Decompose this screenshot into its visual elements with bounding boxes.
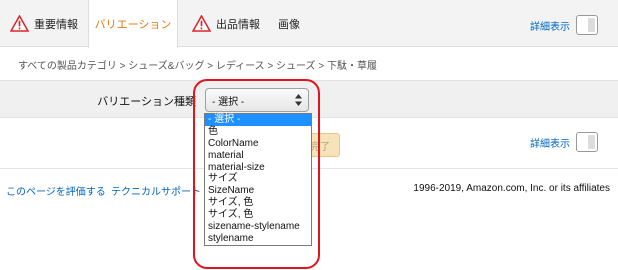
- toggle-switch-icon[interactable]: [576, 15, 598, 35]
- warning-icon: [10, 15, 29, 32]
- copyright-text: 1996-2019, Amazon.com, Inc. or its affil…: [413, 183, 610, 194]
- dropdown-option[interactable]: SizeName: [205, 185, 311, 197]
- variation-type-select[interactable]: - 選択 -: [205, 88, 309, 112]
- detail-view-toggle-bottom[interactable]: 詳細表示: [530, 132, 598, 152]
- dropdown-option[interactable]: sizename-stylename: [205, 221, 311, 233]
- dropdown-option[interactable]: stylename: [205, 233, 311, 245]
- tech-support-link[interactable]: テクニカルサポート: [111, 183, 201, 198]
- dropdown-option[interactable]: - 選択 -: [205, 114, 311, 126]
- toggle-switch-icon[interactable]: [576, 132, 598, 152]
- variation-type-label: バリエーション種類: [97, 96, 196, 108]
- tab-offer-label: 出品情報: [216, 18, 260, 31]
- detail-view-label: 詳細表示: [530, 138, 570, 150]
- select-arrows-icon: [295, 94, 302, 106]
- tab-offer-info[interactable]: 出品情報: [192, 0, 260, 47]
- variation-dropdown-list: - 選択 - 色 ColorName material material-siz…: [204, 113, 312, 246]
- dropdown-option[interactable]: サイズ: [205, 173, 311, 185]
- tab-images-label: 画像: [278, 18, 300, 31]
- tab-variation-label: バリエーション: [94, 19, 172, 31]
- dropdown-option[interactable]: material: [205, 150, 311, 162]
- dropdown-option[interactable]: material-size: [205, 162, 311, 174]
- detail-view-toggle-top[interactable]: 詳細表示: [530, 15, 598, 35]
- dropdown-option[interactable]: 色: [205, 126, 311, 138]
- tab-variation[interactable]: バリエーション: [88, 0, 178, 48]
- tab-images[interactable]: 画像: [278, 0, 300, 47]
- dropdown-option[interactable]: ColorName: [205, 138, 311, 150]
- rate-page-link[interactable]: このページを評価する: [6, 183, 106, 198]
- detail-view-label: 詳細表示: [530, 21, 570, 33]
- tab-important-label: 重要情報: [34, 18, 78, 31]
- warning-icon: [192, 15, 211, 32]
- tab-bar: 重要情報 バリエーション 出品情報 画像 詳細表示: [0, 0, 618, 48]
- breadcrumb: すべての製品カテゴリ > シューズ&バッグ > レディース > シューズ > 下…: [18, 61, 377, 72]
- select-value: - 選択 -: [212, 96, 245, 108]
- dropdown-option[interactable]: サイズ, 色: [205, 197, 311, 209]
- dropdown-option[interactable]: サイズ, 色: [205, 209, 311, 221]
- tab-important-info[interactable]: 重要情報: [10, 0, 78, 47]
